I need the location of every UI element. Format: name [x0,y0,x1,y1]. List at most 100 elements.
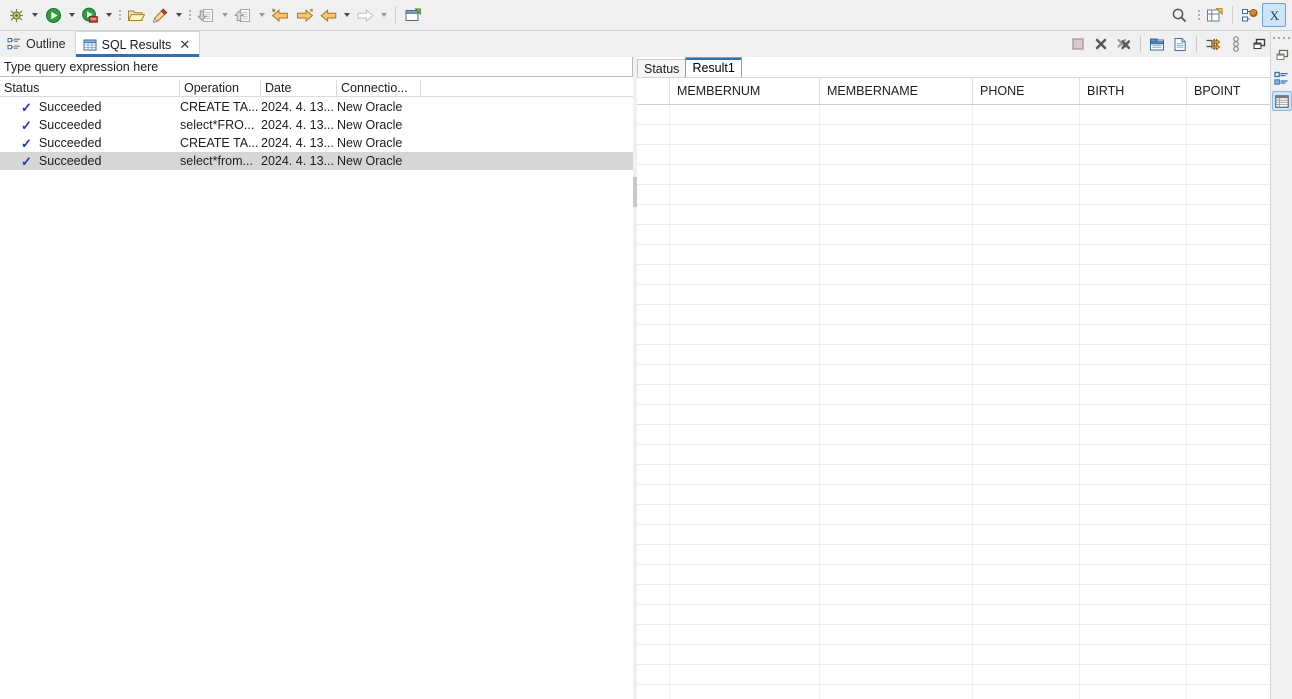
cell-bpoint[interactable] [1187,365,1270,384]
column-header-operation[interactable]: Operation [180,79,261,97]
cell-birth[interactable] [1080,585,1187,604]
previous-edit-button[interactable] [316,3,340,27]
remove-all-button[interactable] [1113,33,1135,55]
forward-button[interactable] [292,3,316,27]
table-row[interactable] [637,385,1270,405]
cell-phone[interactable] [973,545,1080,564]
table-row[interactable] [637,325,1270,345]
cell-phone[interactable] [973,185,1080,204]
cell-birth[interactable] [1080,425,1187,444]
cell-membername[interactable] [820,565,973,584]
import-dropdown-arrow[interactable] [218,4,231,26]
table-row[interactable]: ✓ Succeeded select*from... 2024. 4. 13..… [0,152,633,170]
cell-bpoint[interactable] [1187,625,1270,644]
open-file-view-button[interactable] [1169,33,1191,55]
cell-birth[interactable] [1080,625,1187,644]
cell-birth[interactable] [1080,465,1187,484]
table-row[interactable] [637,685,1270,699]
next-edit-button[interactable] [353,3,377,27]
cell-bpoint[interactable] [1187,585,1270,604]
cell-phone[interactable] [973,585,1080,604]
new-window-button[interactable] [401,3,425,27]
cell-membername[interactable] [820,445,973,464]
table-row[interactable] [637,505,1270,525]
run-sql-button[interactable] [78,3,102,27]
cell-membernum[interactable] [670,285,820,304]
cell-bpoint[interactable] [1187,465,1270,484]
cell-membername[interactable] [820,385,973,404]
run-dropdown-arrow[interactable] [65,4,78,26]
column-header-status[interactable]: Status [0,79,180,97]
table-row[interactable] [637,165,1270,185]
cell-membername[interactable] [820,465,973,484]
subtab-status[interactable]: Status [637,59,687,77]
cell-membername[interactable] [820,225,973,244]
column-header-connection[interactable]: Connectio... [337,79,421,97]
view-menu-button[interactable] [1225,33,1247,55]
database-perspective-icon[interactable]: X [1262,3,1286,27]
cell-phone[interactable] [973,385,1080,404]
cell-phone[interactable] [973,445,1080,464]
cell-bpoint[interactable] [1187,485,1270,504]
open-folder-button[interactable] [124,3,148,27]
cell-phone[interactable] [973,645,1080,664]
cell-bpoint[interactable] [1187,325,1270,344]
new-jpa-dropdown-arrow[interactable] [172,4,185,26]
table-row[interactable] [637,225,1270,245]
tab-outline[interactable]: Outline [0,31,75,57]
cell-birth[interactable] [1080,565,1187,584]
cell-phone[interactable] [973,105,1080,124]
cell-membername[interactable] [820,245,973,264]
cell-membername[interactable] [820,125,973,144]
cell-bpoint[interactable] [1187,265,1270,284]
column-header-date[interactable]: Date [261,79,337,97]
open-perspective-icon[interactable] [1203,3,1227,27]
table-row[interactable] [637,585,1270,605]
column-header-bpoint[interactable]: BPOINT [1187,78,1270,104]
tab-sql-results[interactable]: SQL Results ✕ [74,31,201,57]
cell-birth[interactable] [1080,285,1187,304]
cell-membername[interactable] [820,685,973,699]
table-row[interactable] [637,125,1270,145]
cell-bpoint[interactable] [1187,565,1270,584]
table-row[interactable] [637,285,1270,305]
run-sql-dropdown-arrow[interactable] [102,4,115,26]
cell-birth[interactable] [1080,525,1187,544]
cell-membername[interactable] [820,585,973,604]
cell-bpoint[interactable] [1187,105,1270,124]
cell-membernum[interactable] [670,605,820,624]
cell-phone[interactable] [973,145,1080,164]
table-row[interactable] [637,625,1270,645]
cell-membernum[interactable] [670,225,820,244]
cell-phone[interactable] [973,285,1080,304]
previous-edit-dropdown-arrow[interactable] [340,4,353,26]
cell-bpoint[interactable] [1187,665,1270,684]
cell-bpoint[interactable] [1187,545,1270,564]
table-row[interactable] [637,205,1270,225]
cell-membername[interactable] [820,505,973,524]
cell-membername[interactable] [820,485,973,504]
cell-membername[interactable] [820,305,973,324]
cell-phone[interactable] [973,665,1080,684]
cell-membernum[interactable] [670,665,820,684]
cell-membernum[interactable] [670,205,820,224]
cell-bpoint[interactable] [1187,285,1270,304]
cell-phone[interactable] [973,345,1080,364]
table-row[interactable] [637,605,1270,625]
cell-phone[interactable] [973,365,1080,384]
debug-dropdown-arrow[interactable] [28,4,41,26]
cell-phone[interactable] [973,425,1080,444]
cell-membernum[interactable] [670,505,820,524]
cell-membernum[interactable] [670,585,820,604]
table-row[interactable] [637,105,1270,125]
cell-birth[interactable] [1080,125,1187,144]
cell-membernum[interactable] [670,385,820,404]
cell-phone[interactable] [973,165,1080,184]
cell-birth[interactable] [1080,605,1187,624]
cell-birth[interactable] [1080,485,1187,504]
cell-membernum[interactable] [670,325,820,344]
cell-birth[interactable] [1080,445,1187,464]
java-perspective-icon[interactable] [1238,3,1262,27]
table-row[interactable] [637,305,1270,325]
debug-button[interactable] [4,3,28,27]
